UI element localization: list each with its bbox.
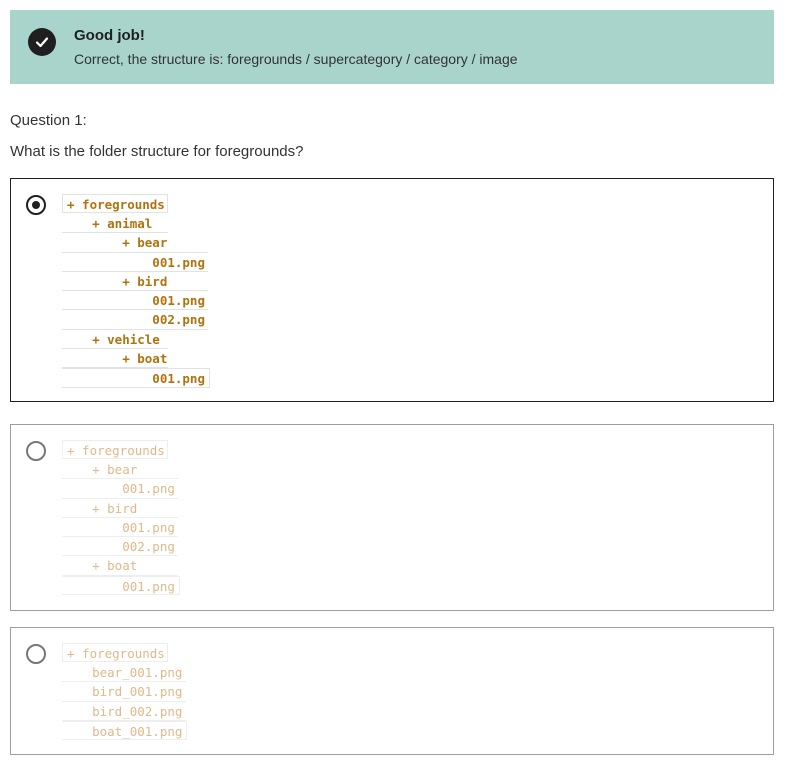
code-line: 001.png: [62, 479, 178, 499]
folder-tree-code: + foregrounds bear_001.png bird_001.png …: [62, 643, 188, 741]
answer-option-3[interactable]: + foregrounds bear_001.png bird_001.png …: [10, 627, 774, 755]
code-line: + boat: [62, 349, 168, 369]
answer-option-1[interactable]: + foregrounds + animal + bear 001.png + …: [10, 178, 774, 402]
code-line: boat_001.png: [62, 720, 188, 741]
radio-selected-dot: [32, 201, 40, 209]
feedback-message: Correct, the structure is: foregrounds /…: [74, 51, 518, 67]
code-line: 002.png: [62, 310, 208, 330]
code-line: bird_001.png: [62, 682, 186, 702]
code-line: bear_001.png: [62, 663, 186, 683]
code-line: 001.png: [62, 368, 210, 388]
folder-tree-code: + foregrounds + animal + bear 001.png + …: [62, 194, 210, 388]
code-line: 001.png: [62, 253, 208, 272]
folder-tree-code: + foregrounds + bear 001.png + bird 001.…: [62, 440, 180, 596]
feedback-title: Good job!: [74, 27, 145, 44]
code-line: 001.png: [62, 291, 208, 311]
radio-button[interactable]: [26, 441, 46, 461]
code-line: 001.png: [62, 518, 178, 538]
success-banner: Good job! Correct, the structure is: for…: [10, 10, 774, 84]
code-line: bird_002.png: [62, 702, 186, 721]
checkmark-icon: [28, 28, 56, 56]
code-line: + bear: [62, 460, 178, 480]
code-line: + bird: [62, 499, 178, 518]
code-line: + foregrounds: [62, 440, 168, 460]
question-label: Question 1:: [10, 112, 87, 129]
code-line: + foregrounds: [62, 194, 168, 214]
code-line: + foregrounds: [62, 643, 168, 663]
code-line: + bird: [62, 272, 208, 292]
code-line: + animal: [62, 214, 168, 234]
radio-button[interactable]: [26, 644, 46, 664]
code-line: 001.png: [62, 575, 180, 596]
code-line: + bear: [62, 233, 208, 253]
code-line: + vehicle: [62, 330, 168, 350]
question-text: What is the folder structure for foregro…: [10, 143, 304, 160]
code-line: + boat: [62, 556, 178, 576]
code-line: 002.png: [62, 537, 178, 557]
answer-option-2[interactable]: + foregrounds + bear 001.png + bird 001.…: [10, 424, 774, 611]
radio-button-selected[interactable]: [26, 195, 46, 215]
